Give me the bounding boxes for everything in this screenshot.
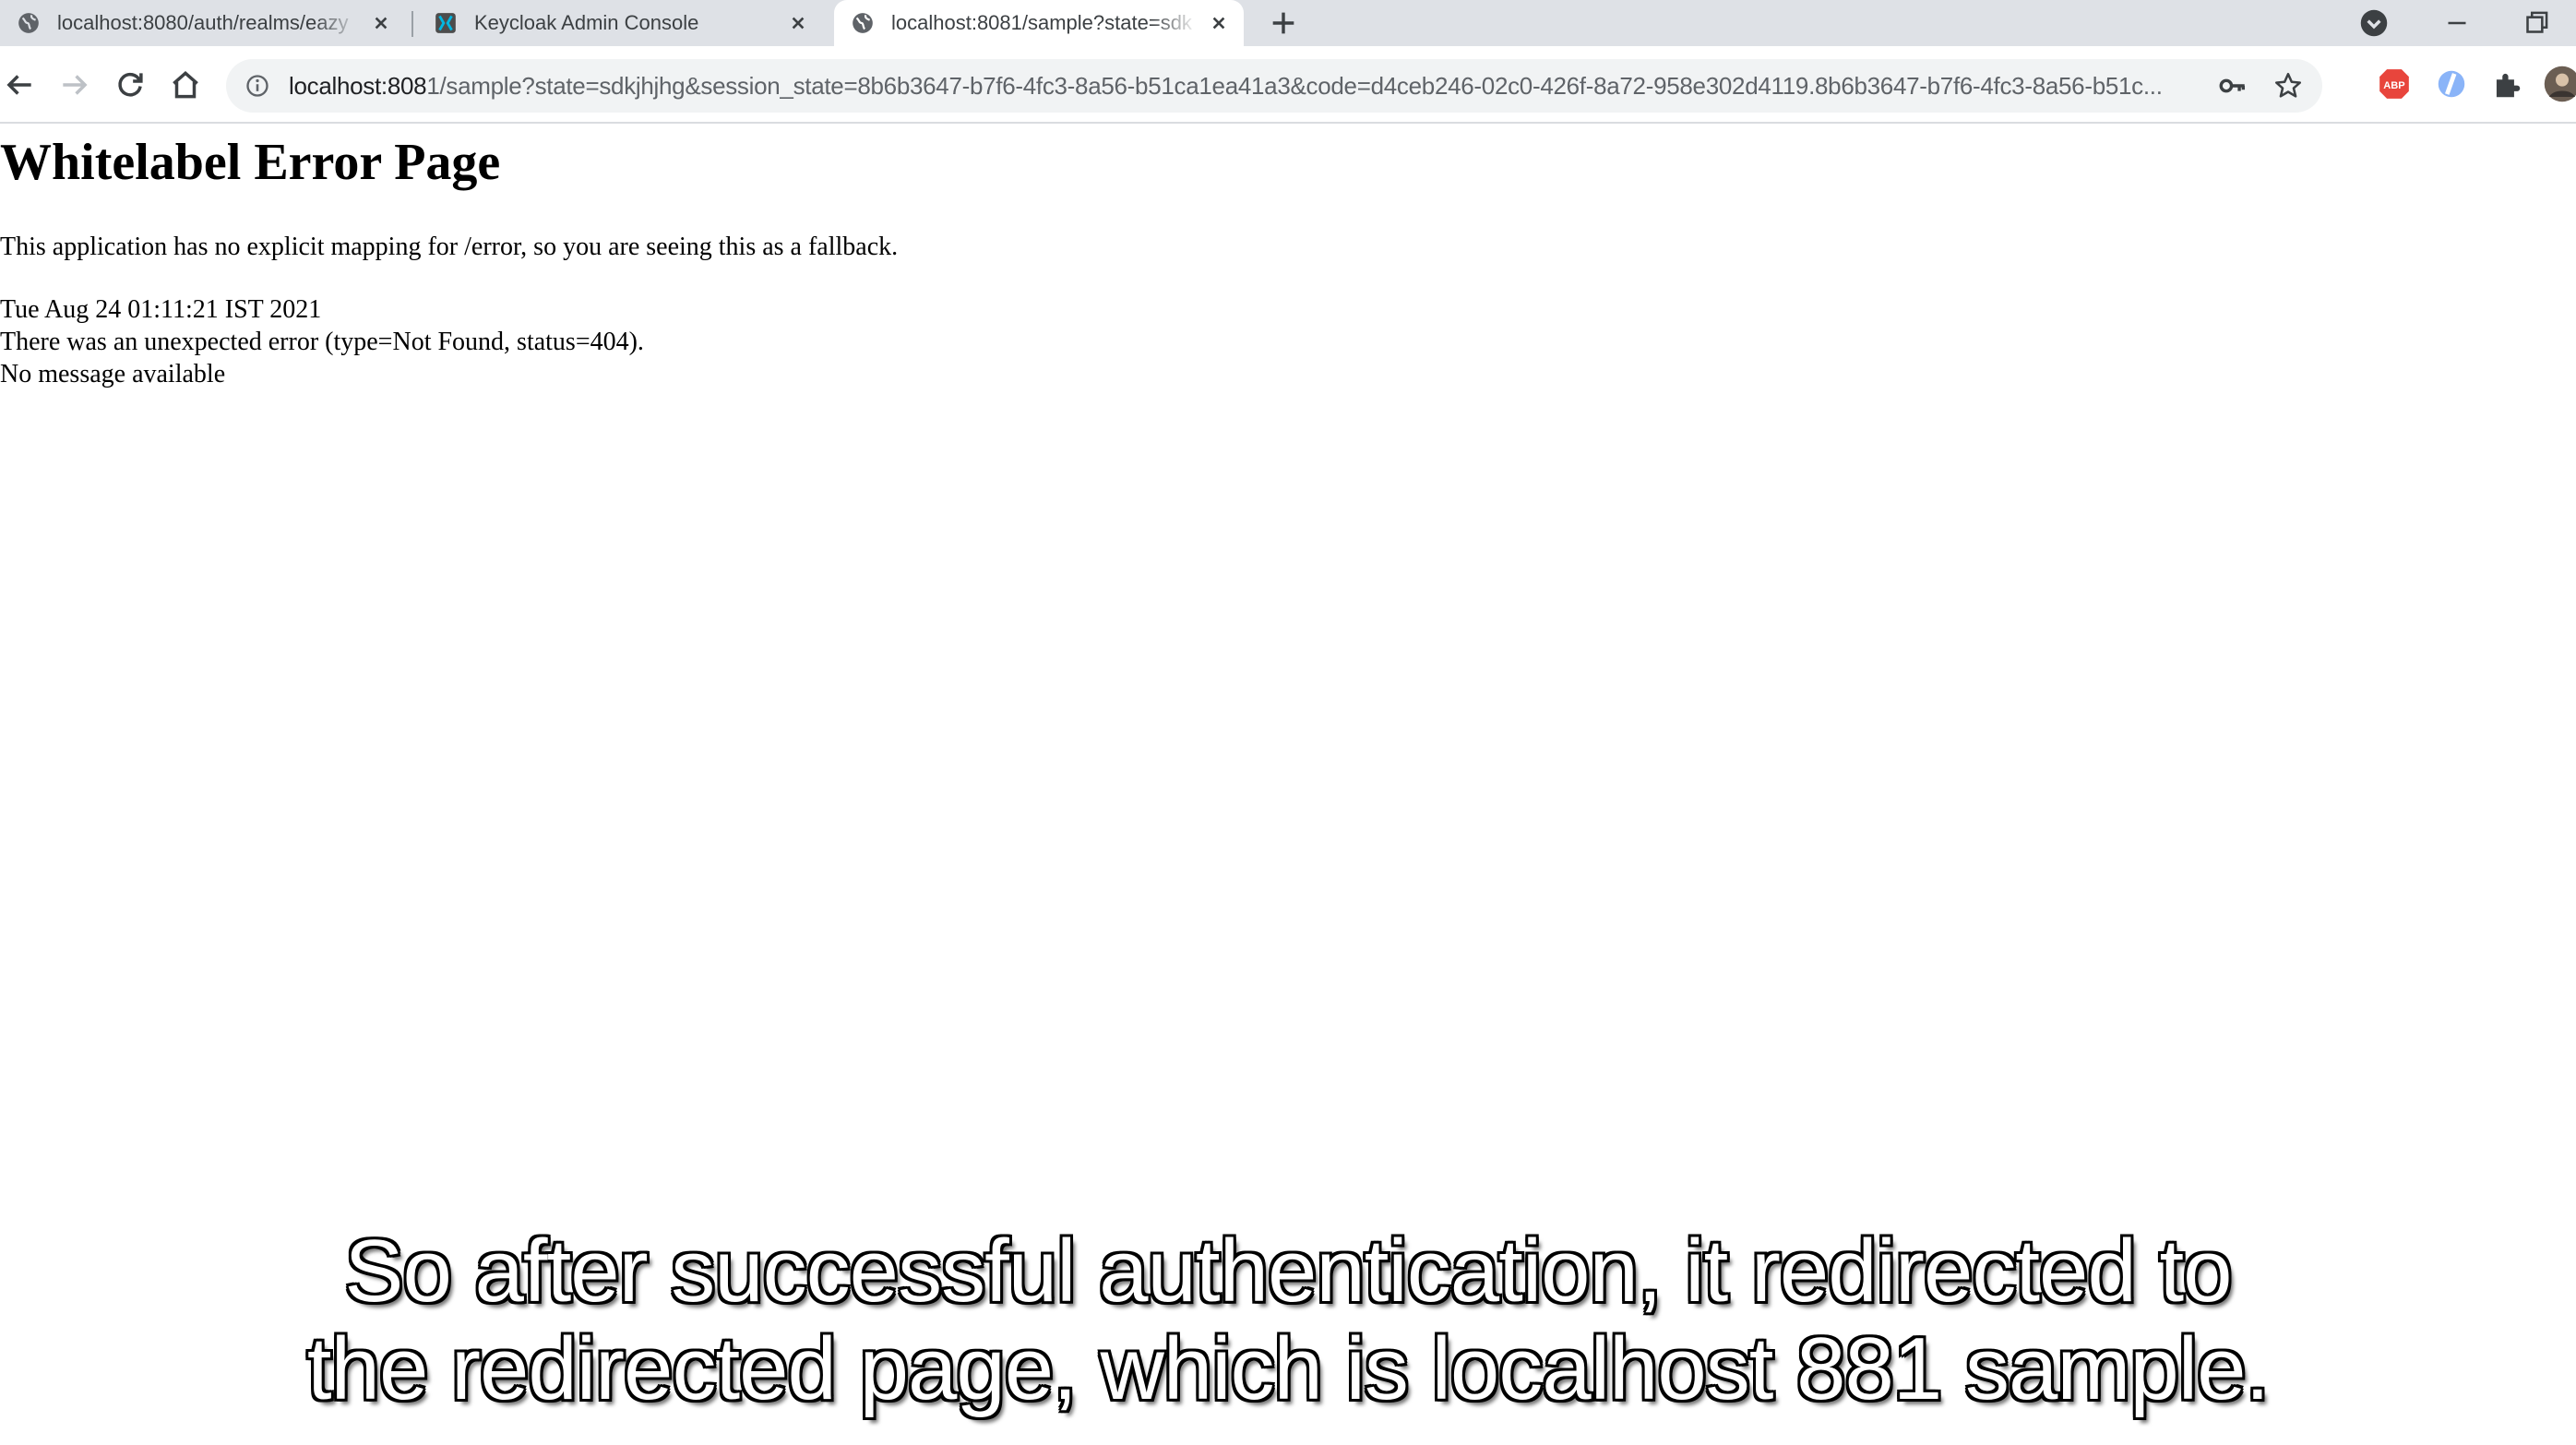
svg-text:ABP: ABP [2383, 80, 2405, 91]
page-title: Whitelabel Error Page [0, 134, 501, 191]
globe-icon [18, 13, 39, 33]
tab-title: localhost:8080/auth/realms/eazy [57, 11, 349, 34]
url-path: 1/sample?state=sdkjhjhg&session_state=8b… [426, 71, 2163, 100]
subtitle-line-2: the redirected page, which is localhost … [306, 1320, 2270, 1418]
new-tab-plus-icon[interactable] [1268, 7, 1299, 39]
tab-sample-active[interactable]: localhost:8081/sample?state=sdk [834, 0, 1244, 46]
site-info-icon[interactable] [244, 73, 270, 99]
video-subtitle: So after successful authentication, it r… [0, 1223, 2576, 1418]
error-timestamp: Tue Aug 24 01:11:21 IST 2021 [0, 295, 322, 324]
minimize-icon[interactable] [2439, 6, 2475, 41]
globe-icon [853, 13, 873, 33]
error-status: There was an unexpected error (type=Not … [0, 328, 644, 356]
close-icon[interactable] [369, 11, 393, 35]
keycloak-icon [435, 13, 456, 33]
extension-icon[interactable] [2434, 66, 2469, 102]
tab-search-icon[interactable] [2356, 6, 2391, 41]
tab-title: Keycloak Admin Console [474, 11, 699, 34]
tab-keycloak-admin[interactable]: Keycloak Admin Console [417, 0, 823, 46]
key-icon[interactable] [2217, 70, 2248, 102]
tab-separator [411, 11, 413, 37]
address-bar[interactable]: localhost:8081/sample?state=sdkjhjhg&ses… [226, 59, 2322, 113]
subtitle-line-1: So after successful authentication, it r… [344, 1222, 2232, 1320]
browser-toolbar: localhost:8081/sample?state=sdkjhjhg&ses… [0, 46, 2576, 124]
bookmark-star-icon[interactable] [2272, 70, 2304, 102]
puzzle-extensions-icon[interactable] [2489, 66, 2524, 102]
reload-icon[interactable] [113, 67, 148, 102]
close-icon[interactable] [1207, 11, 1231, 35]
close-icon[interactable] [786, 11, 810, 35]
forward-arrow-icon[interactable] [57, 67, 92, 102]
error-description: This application has no explicit mapping… [0, 233, 899, 261]
tab-auth-realms[interactable]: localhost:8080/auth/realms/eazy [0, 0, 406, 46]
url-host: localhost:808 [289, 71, 427, 100]
profile-avatar-icon[interactable] [2543, 65, 2576, 103]
url-text[interactable]: localhost:8081/sample?state=sdkjhjhg&ses… [289, 72, 2204, 101]
adblock-extension-icon[interactable]: ABP [2377, 66, 2412, 102]
error-message: No message available [0, 360, 226, 388]
tab-title: localhost:8081/sample?state=sdk [891, 11, 1192, 34]
tab-strip: localhost:8080/auth/realms/eazy Keycloak… [0, 0, 2576, 46]
back-arrow-icon[interactable] [2, 67, 37, 102]
home-icon[interactable] [168, 67, 203, 102]
restore-icon[interactable] [2519, 6, 2554, 41]
